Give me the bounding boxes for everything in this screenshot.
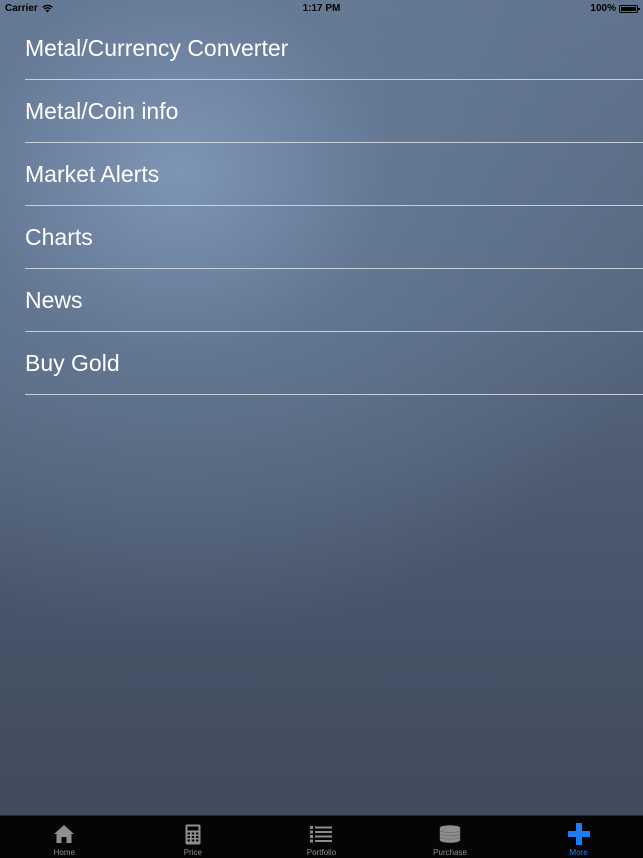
battery-icon (619, 4, 640, 13)
list-icon (309, 822, 333, 846)
menu-item-metal-currency-converter[interactable]: Metal/Currency Converter (25, 17, 643, 80)
tab-price[interactable]: Price (129, 816, 258, 858)
tab-label: Purchase (433, 848, 467, 857)
menu-item-market-alerts[interactable]: Market Alerts (25, 143, 643, 206)
menu-item-label: Charts (25, 224, 93, 250)
tab-bar: Home Price Portfolio Purchase More (0, 815, 643, 858)
tab-label: Home (53, 848, 75, 857)
tab-label: Price (183, 848, 202, 857)
more-menu-list: Metal/Currency Converter Metal/Coin info… (25, 17, 643, 395)
battery-percent: 100% (590, 3, 616, 14)
tab-label: More (569, 848, 588, 857)
app-screen: Carrier 1:17 PM 100% Metal/Currency Conv… (0, 0, 643, 858)
tab-portfolio[interactable]: Portfolio (257, 816, 386, 858)
tab-purchase[interactable]: Purchase (386, 816, 515, 858)
menu-item-charts[interactable]: Charts (25, 206, 643, 269)
calculator-icon (181, 822, 205, 846)
tab-label: Portfolio (306, 848, 337, 857)
plus-icon (567, 822, 591, 846)
menu-item-label: Buy Gold (25, 350, 120, 376)
menu-item-label: Metal/Currency Converter (25, 35, 289, 61)
status-bar: Carrier 1:17 PM 100% (0, 0, 643, 18)
home-icon (52, 822, 76, 846)
menu-item-label: Market Alerts (25, 161, 160, 187)
menu-item-metal-coin-info[interactable]: Metal/Coin info (25, 80, 643, 143)
tab-more[interactable]: More (514, 816, 643, 858)
menu-item-buy-gold[interactable]: Buy Gold (25, 332, 643, 395)
menu-item-news[interactable]: News (25, 269, 643, 332)
status-time: 1:17 PM (302, 3, 341, 14)
menu-item-label: Metal/Coin info (25, 98, 179, 124)
status-battery: 100% (590, 3, 640, 14)
coin-stack-icon (438, 822, 462, 846)
menu-item-label: News (25, 287, 83, 313)
tab-home[interactable]: Home (0, 816, 129, 858)
